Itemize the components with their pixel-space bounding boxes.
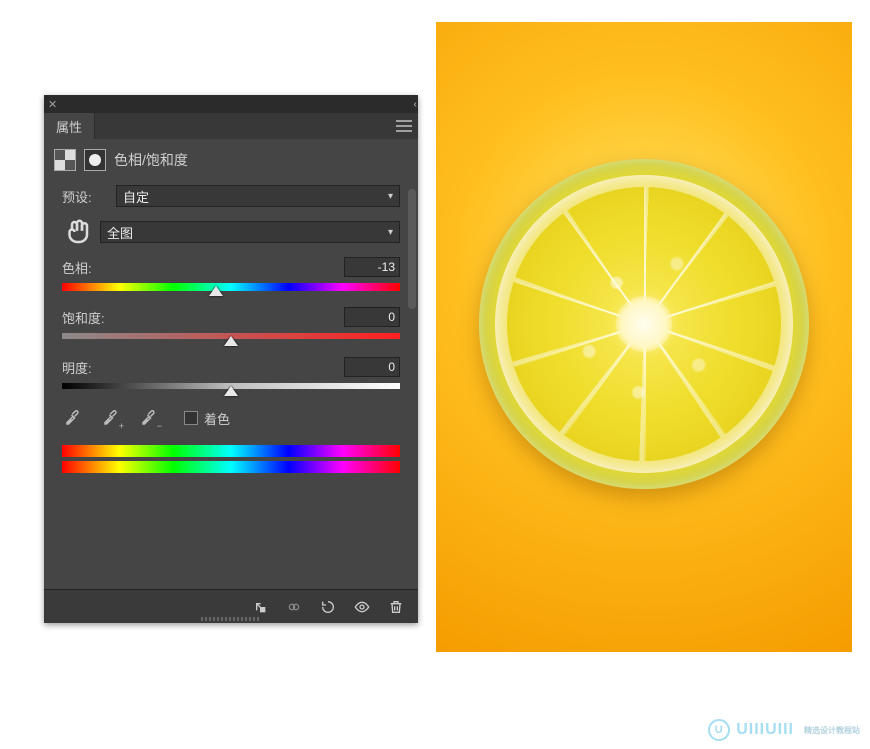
eyedropper-subtract-icon[interactable]: − <box>138 407 160 429</box>
properties-panel: ✕ ‹‹ 属性 色相/饱和度 预设: 自定 ▾ <box>44 95 418 623</box>
panel-menu-button[interactable] <box>396 113 418 139</box>
visibility-eye-icon[interactable] <box>352 597 372 617</box>
lightness-label: 明度: <box>62 358 92 377</box>
hue-slider-group: 色相: -13 <box>62 257 400 293</box>
layer-mask-icon[interactable] <box>84 149 106 171</box>
preset-dropdown-value: 自定 <box>123 187 149 206</box>
hue-slider-thumb[interactable] <box>209 286 223 296</box>
saturation-slider[interactable] <box>62 333 400 343</box>
chevron-down-icon: ▾ <box>388 191 393 202</box>
reset-icon[interactable] <box>318 597 338 617</box>
colorize-label: 着色 <box>204 409 230 428</box>
output-color-bar[interactable] <box>62 461 400 473</box>
resize-grip-icon[interactable] <box>201 617 261 621</box>
color-range-bars <box>62 445 400 473</box>
citrus-slice-graphic <box>479 159 809 489</box>
colorize-checkbox[interactable] <box>184 411 198 425</box>
saturation-slider-group: 饱和度: 0 <box>62 307 400 343</box>
panel-tab-strip: 属性 <box>44 113 418 139</box>
controls-area: 预设: 自定 ▾ 全图 ▾ <box>44 185 418 473</box>
watermark-logo-icon: U <box>708 719 730 741</box>
adjustment-layer-icon[interactable] <box>54 149 76 171</box>
chevron-down-icon: ▾ <box>388 227 393 238</box>
eyedropper-row: + − 着色 <box>62 407 400 429</box>
trash-icon[interactable] <box>386 597 406 617</box>
adjustment-title: 色相/饱和度 <box>114 150 188 170</box>
scrollbar-thumb[interactable] <box>408 189 416 309</box>
hue-value-input[interactable]: -13 <box>344 257 400 277</box>
watermark-text: UIIIUIII <box>736 721 794 739</box>
lightness-slider-group: 明度: 0 <box>62 357 400 393</box>
watermark: U UIIIUIII 精选设计教程站 <box>708 719 860 741</box>
tab-properties[interactable]: 属性 <box>44 113 95 139</box>
eyedropper-icon[interactable] <box>62 407 84 429</box>
hamburger-icon <box>396 120 412 132</box>
colorize-option[interactable]: 着色 <box>184 409 230 428</box>
view-previous-state-icon[interactable] <box>284 597 304 617</box>
watermark-subtext: 精选设计教程站 <box>804 725 860 736</box>
panel-topbar: ✕ ‹‹ <box>44 95 418 113</box>
preset-row: 预设: 自定 ▾ <box>62 185 400 207</box>
clip-to-layer-icon[interactable] <box>250 597 270 617</box>
saturation-label: 饱和度: <box>62 308 105 327</box>
close-icon[interactable]: ✕ <box>48 98 57 111</box>
targeted-adjustment-icon[interactable] <box>62 217 92 247</box>
lightness-slider-thumb[interactable] <box>224 386 238 396</box>
saturation-value-input[interactable]: 0 <box>344 307 400 327</box>
input-color-bar[interactable] <box>62 445 400 457</box>
preset-dropdown[interactable]: 自定 ▾ <box>116 185 400 207</box>
lightness-value-input[interactable]: 0 <box>344 357 400 377</box>
collapse-panel-icon[interactable]: ‹‹ <box>413 99 414 110</box>
preview-image <box>436 22 852 652</box>
adjustment-header: 色相/饱和度 <box>44 139 418 185</box>
saturation-slider-thumb[interactable] <box>224 336 238 346</box>
panel-body: 色相/饱和度 预设: 自定 ▾ 全图 ▾ <box>44 139 418 589</box>
hue-slider[interactable] <box>62 283 400 293</box>
eyedropper-add-icon[interactable]: + <box>100 407 122 429</box>
channel-row: 全图 ▾ <box>62 217 400 247</box>
channel-dropdown[interactable]: 全图 ▾ <box>100 221 400 243</box>
lightness-slider[interactable] <box>62 383 400 393</box>
hue-label: 色相: <box>62 258 92 277</box>
panel-footer <box>44 589 418 623</box>
channel-dropdown-value: 全图 <box>107 223 133 242</box>
panel-scrollbar[interactable] <box>408 189 416 489</box>
preset-label: 预设: <box>62 187 108 206</box>
tab-properties-label: 属性 <box>56 117 82 136</box>
